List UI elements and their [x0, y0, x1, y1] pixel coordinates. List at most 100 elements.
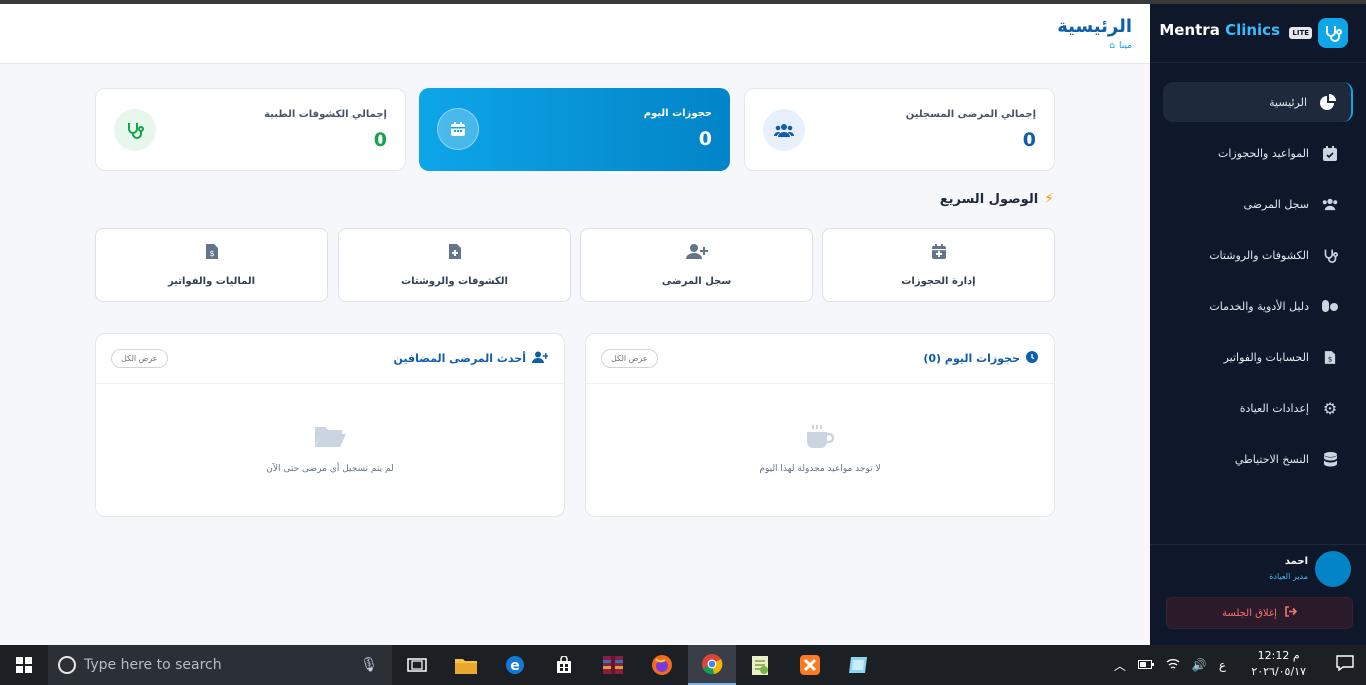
app-window-icon[interactable]	[834, 645, 882, 685]
svg-text:$: $	[209, 249, 214, 258]
notepad-plus-icon[interactable]	[736, 645, 784, 685]
pills-icon	[1321, 297, 1339, 315]
sidebar-item-medicines[interactable]: دليل الأدوية والخدمات	[1163, 286, 1353, 326]
sidebar-item-invoices[interactable]: الحسابات والفواتير $	[1163, 337, 1353, 377]
edge-browser-icon[interactable]: e	[491, 645, 539, 685]
home-icon: ⌂	[1109, 41, 1115, 51]
stat-title: إجمالي المرضى المسجلين	[905, 109, 1036, 120]
taskbar-clock[interactable]: 12:12 م ٢٠٢٦/٠٥/١٧	[1251, 648, 1306, 680]
task-view-icon[interactable]	[393, 645, 441, 685]
quick-access-patients[interactable]: سجل المرضى	[580, 228, 813, 302]
panel-title: حجوزات اليوم (0)	[923, 351, 1038, 366]
stat-value: 0	[1022, 129, 1036, 151]
store-icon[interactable]	[540, 645, 588, 685]
logout-button[interactable]: إغلاق الجلسة	[1166, 597, 1353, 629]
sidebar-item-label: دليل الأدوية والخدمات	[1209, 299, 1309, 313]
file-invoice-dollar-icon: $	[96, 243, 327, 264]
chrome-icon[interactable]	[688, 645, 736, 685]
stethoscope-logo-icon	[1318, 18, 1348, 48]
page-title: الرئيسية	[1057, 16, 1132, 37]
notification-center-icon[interactable]	[1336, 655, 1354, 675]
quick-access-label: الماليات والفواتير	[167, 276, 256, 287]
taskbar-search-box[interactable]: Type here to search 🎙	[48, 645, 392, 685]
empty-state-text: لا توجد مواعيد مجدولة لهذا اليوم	[759, 464, 881, 474]
clock-date: ٢٠٢٦/٠٥/١٧	[1251, 665, 1306, 678]
stat-title: حجوزات اليوم	[643, 108, 712, 119]
users-icon	[763, 109, 805, 151]
battery-icon[interactable]	[1137, 658, 1154, 672]
coffee-icon	[586, 424, 1054, 457]
pie-chart-icon	[1319, 93, 1337, 111]
calendar-check-icon	[1321, 144, 1339, 162]
sidebar-item-label: الحسابات والفواتير	[1223, 350, 1309, 364]
stat-value: 0	[698, 128, 712, 150]
sidebar-item-label: سجل المرضى	[1243, 197, 1310, 211]
breadcrumb[interactable]: ⌂ مينا	[1109, 41, 1132, 51]
brand-name-part1: Mentra	[1159, 21, 1220, 39]
sidebar-item-settings[interactable]: إعدادات العيادة ⚙	[1163, 388, 1353, 428]
sign-out-icon	[1285, 606, 1298, 620]
panel-header: أحدث المرضى المضافين عرض الكل	[96, 334, 564, 384]
folder-open-icon	[96, 424, 564, 455]
user-profile[interactable]: احمد مدير العيادة	[1150, 544, 1366, 589]
os-taskbar: Type here to search 🎙 e ︿ 🔊 ع 12:12 م ٢٠…	[0, 645, 1366, 685]
sidebar-item-label: الرئيسية	[1269, 95, 1307, 109]
file-explorer-icon[interactable]	[442, 645, 490, 685]
system-tray: ︿ 🔊 ع	[1114, 645, 1226, 685]
chevron-up-icon[interactable]: ︿	[1114, 657, 1126, 674]
latest-patients-panel: أحدث المرضى المضافين عرض الكل لم يتم تسج…	[95, 333, 565, 517]
quick-access-bookings[interactable]: إدارة الحجوزات	[822, 228, 1055, 302]
stat-card-today-bookings: حجوزات اليوم 0	[419, 88, 730, 171]
page-header: الرئيسية ⌂ مينا	[0, 4, 1150, 64]
breadcrumb-label: مينا	[1119, 41, 1132, 51]
brand[interactable]: LITE Mentra Clinics	[1150, 4, 1366, 63]
volume-icon[interactable]: 🔊	[1192, 658, 1207, 672]
bolt-icon: ⚡	[1044, 191, 1054, 207]
today-bookings-panel: حجوزات اليوم (0) عرض الكل لا توجد مواعيد…	[585, 333, 1055, 517]
quick-access-examinations[interactable]: الكشوفات والروشتات	[338, 228, 571, 302]
user-name: احمد	[1284, 556, 1308, 567]
users-icon	[1321, 195, 1339, 213]
lite-badge: LITE	[1289, 27, 1312, 39]
sidebar-item-backup[interactable]: النسخ الاحتياطي	[1163, 439, 1353, 479]
user-role: مدير العيادة	[1269, 572, 1308, 581]
windows-start-button[interactable]	[0, 645, 48, 685]
sidebar-item-examinations[interactable]: الكشوفات والروشتات	[1163, 235, 1353, 275]
calendar-icon	[437, 108, 479, 150]
sidebar-item-home[interactable]: الرئيسية	[1163, 82, 1353, 122]
keyboard-language[interactable]: ع	[1219, 658, 1226, 672]
sidebar-item-label: إعدادات العيادة	[1239, 401, 1309, 415]
quick-access-label: سجل المرضى	[661, 276, 732, 287]
sidebar-item-appointments[interactable]: المواعيد والحجوزات	[1163, 133, 1353, 173]
taskbar-search-placeholder: Type here to search	[84, 657, 222, 673]
panel-title-label: حجوزات اليوم (0)	[923, 352, 1020, 365]
quick-access-label: الوصول السريع	[939, 191, 1039, 207]
panel-title-label: أحدث المرضى المضافين	[393, 352, 526, 365]
sidebar: LITE Mentra Clinics الرئيسية المواعيد وا…	[1150, 4, 1366, 645]
sidebar-nav: الرئيسية المواعيد والحجوزات سجل المرضى ا…	[1150, 82, 1366, 490]
quick-access-finance[interactable]: $ الماليات والفواتير	[95, 228, 328, 302]
calendar-plus-icon	[823, 243, 1054, 264]
winrar-icon[interactable]	[589, 645, 637, 685]
view-all-button[interactable]: عرض الكل	[111, 349, 168, 368]
view-all-button[interactable]: عرض الكل	[601, 349, 658, 368]
stethoscope-icon	[114, 109, 156, 151]
brand-name: Mentra Clinics	[1159, 21, 1280, 39]
panel-title: أحدث المرضى المضافين	[393, 351, 549, 366]
sidebar-item-patients[interactable]: سجل المرضى	[1163, 184, 1353, 224]
quick-access-label: الكشوفات والروشتات	[401, 276, 508, 287]
avatar	[1315, 551, 1351, 587]
quick-access-title: الوصول السريع ⚡	[940, 191, 1054, 207]
xampp-icon[interactable]	[786, 645, 834, 685]
microphone-icon[interactable]: 🎙	[360, 657, 378, 673]
file-medical-icon	[339, 243, 570, 264]
empty-state-text: لم يتم تسجيل أي مرضى حتى الآن	[266, 464, 394, 474]
sidebar-item-label: المواعيد والحجوزات	[1218, 146, 1309, 160]
clock-icon	[1026, 351, 1038, 366]
stat-title: إجمالي الكشوفات الطبية	[264, 109, 387, 120]
firefox-icon[interactable]	[638, 645, 686, 685]
wifi-icon[interactable]	[1166, 658, 1180, 673]
stat-card-patients: إجمالي المرضى المسجلين 0	[744, 88, 1055, 171]
quick-access-label: إدارة الحجوزات	[901, 276, 976, 287]
stat-value: 0	[373, 129, 387, 151]
